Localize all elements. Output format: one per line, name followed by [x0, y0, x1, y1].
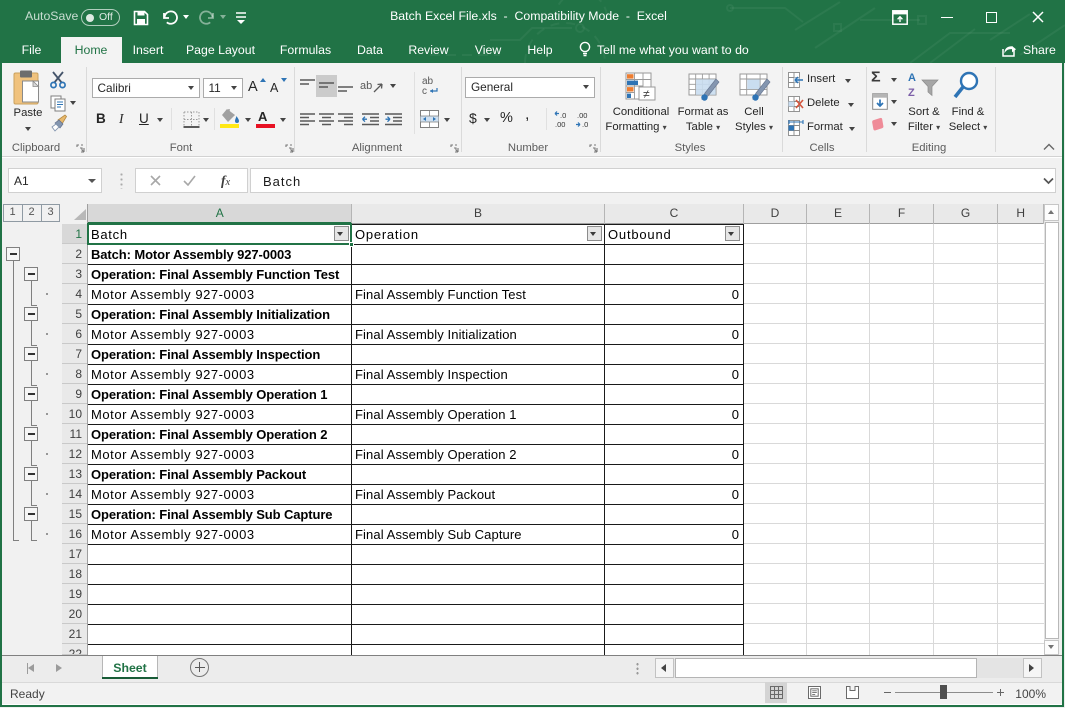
svg-text:.0: .0	[560, 111, 566, 120]
svg-text:≠: ≠	[643, 87, 650, 101]
svg-text:c: c	[422, 86, 427, 97]
svg-text:ab: ab	[360, 80, 372, 92]
svg-text:.00: .00	[555, 120, 565, 129]
